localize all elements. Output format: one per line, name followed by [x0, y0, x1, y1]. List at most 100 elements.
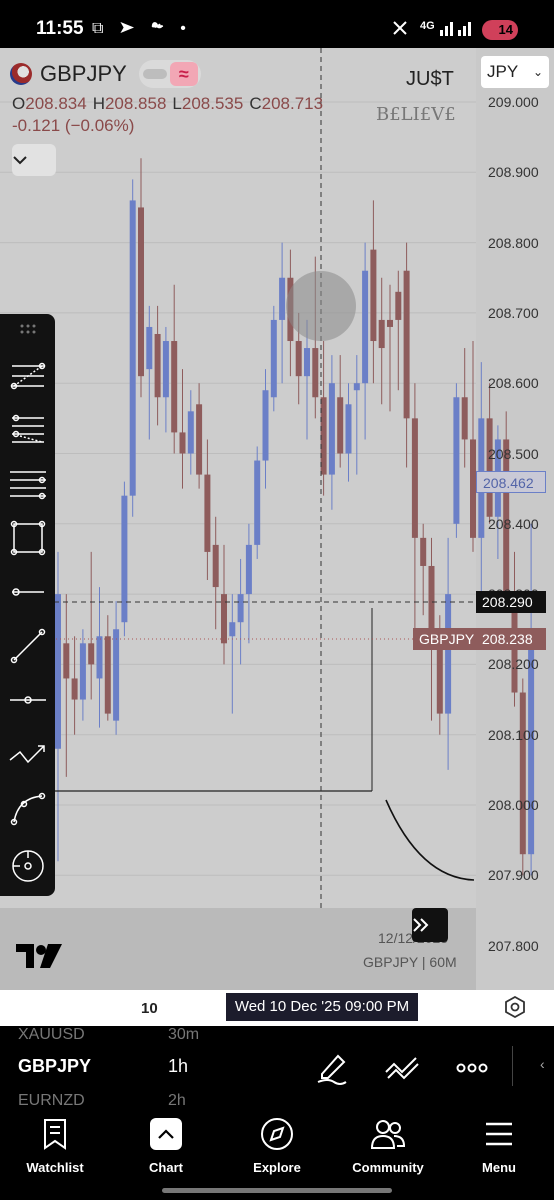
status-icons: ⧉ ➤ ☁ • — [92, 20, 192, 37]
candle-body[interactable] — [146, 326, 153, 370]
candle-body[interactable] — [370, 249, 377, 342]
candle-body[interactable] — [378, 319, 385, 349]
curve-icon[interactable] — [8, 788, 48, 828]
candle-body[interactable] — [179, 432, 186, 454]
symbol-name[interactable]: GBPJPY — [40, 61, 127, 87]
price-axis-label: 208.700 — [488, 304, 539, 321]
horizontal-ray-icon[interactable] — [8, 572, 48, 612]
time-axis[interactable]: 10 Wed 10 Dec '25 09:00 PM — [0, 990, 554, 1026]
candle-body[interactable] — [204, 474, 211, 552]
candle-body[interactable] — [237, 594, 244, 623]
scroll-to-realtime-button[interactable] — [412, 908, 448, 942]
candle-body[interactable] — [221, 594, 227, 644]
drag-handle-icon[interactable] — [8, 318, 48, 342]
fib-retracement-icon[interactable] — [8, 356, 48, 396]
candle-body[interactable] — [138, 207, 144, 377]
prev-symbol[interactable]: XAUUSD — [18, 1026, 85, 1040]
candle-body[interactable] — [245, 544, 252, 595]
candle-body[interactable] — [528, 643, 535, 855]
candle-body[interactable] — [328, 383, 335, 475]
symbol-switcher-panel[interactable]: XAUUSD 30m GBPJPY 1h EURNZD 2h ‹ — [0, 1026, 554, 1109]
candle-body[interactable] — [162, 341, 169, 398]
settings-icon[interactable] — [504, 996, 526, 1018]
candle-body[interactable] — [403, 270, 410, 419]
crosshair-touch-point[interactable] — [286, 271, 356, 341]
candle-body[interactable] — [104, 636, 111, 714]
path-icon[interactable] — [8, 734, 48, 774]
candle-body[interactable] — [461, 397, 468, 440]
drawing-toolbar[interactable] — [0, 314, 55, 896]
collapse-legend-button[interactable] — [12, 144, 56, 176]
nav-label: Chart — [149, 1160, 183, 1175]
nav-label: Community — [352, 1160, 424, 1175]
candle-body[interactable] — [254, 460, 261, 545]
trend-line-icon[interactable] — [8, 626, 48, 666]
prev-timeframe[interactable]: 30m — [168, 1026, 199, 1040]
indicator-toggle[interactable]: ≈ — [138, 60, 201, 88]
candle-body[interactable] — [212, 544, 219, 588]
more-options-icon[interactable] — [454, 1050, 490, 1086]
candle-body[interactable] — [445, 594, 452, 714]
candle-body[interactable] — [345, 404, 352, 454]
current-timeframe[interactable]: 1h — [168, 1056, 188, 1077]
candle-body[interactable] — [436, 643, 443, 714]
currency-select[interactable]: JPY ⌄ — [481, 56, 549, 88]
cursor-mode-icon[interactable] — [8, 846, 48, 886]
candle-body[interactable] — [337, 397, 344, 454]
candle-body[interactable] — [55, 594, 61, 749]
candle-body[interactable] — [196, 404, 203, 475]
candle-body[interactable] — [295, 341, 302, 377]
nav-watchlist[interactable]: Watchlist — [0, 1114, 110, 1175]
candle-body[interactable] — [362, 270, 369, 384]
drawing-tools-icon[interactable] — [384, 1050, 420, 1086]
candle-body[interactable] — [229, 622, 236, 637]
candle-body[interactable] — [387, 319, 393, 327]
parallel-lines-icon[interactable] — [8, 464, 48, 504]
candle-body[interactable] — [121, 495, 128, 623]
candle-body[interactable] — [171, 341, 178, 433]
chart-area[interactable]: GBPJPY ≈ O208.834 H208.858 L208.535 C208.71… — [0, 48, 554, 990]
candle-body[interactable] — [304, 348, 310, 377]
candle-body[interactable] — [519, 692, 526, 855]
nav-community[interactable]: Community — [333, 1114, 443, 1175]
candlestick-chart[interactable] — [0, 48, 554, 990]
nav-chart[interactable]: Chart — [111, 1114, 221, 1175]
candle-body[interactable] — [88, 643, 95, 665]
candle-body[interactable] — [63, 643, 70, 679]
symbol-header[interactable]: GBPJPY ≈ — [10, 60, 201, 88]
nav-menu[interactable]: Menu — [444, 1114, 554, 1175]
nav-explore[interactable]: Explore — [222, 1114, 332, 1175]
price-axis-label: 208.900 — [488, 164, 539, 181]
price-axis-label: 207.900 — [488, 867, 539, 884]
rectangle-icon[interactable] — [8, 518, 48, 558]
pitchfork-icon[interactable] — [8, 410, 48, 450]
price-axis-label: 208.100 — [488, 726, 539, 743]
candle-body[interactable] — [395, 291, 402, 320]
candle-body[interactable] — [312, 348, 319, 398]
candle-body[interactable] — [270, 319, 277, 398]
candle-body[interactable] — [411, 418, 418, 538]
high-label: H — [92, 94, 105, 113]
candle-body[interactable] — [279, 277, 286, 320]
candle-body[interactable] — [486, 418, 493, 517]
bottom-nav[interactable]: Watchlist Chart Explore Community Menu — [0, 1106, 554, 1200]
candle-body[interactable] — [453, 397, 460, 524]
candle-body[interactable] — [262, 390, 269, 461]
candle-body[interactable] — [353, 383, 360, 391]
candle-body[interactable] — [79, 643, 86, 700]
home-indicator[interactable] — [162, 1188, 392, 1193]
current-symbol[interactable]: GBPJPY — [18, 1056, 91, 1077]
arc-drawing[interactable] — [385, 799, 475, 881]
pen-icon[interactable] — [314, 1050, 350, 1086]
candle-body[interactable] — [420, 537, 427, 566]
candle-body[interactable] — [113, 629, 120, 721]
expand-left-icon[interactable]: ‹ — [540, 1056, 545, 1072]
candle-body[interactable] — [129, 200, 136, 496]
candle-body[interactable] — [154, 333, 161, 398]
wave-icon[interactable]: ≈ — [169, 62, 198, 86]
candle-body[interactable] — [187, 411, 194, 454]
candle-body[interactable] — [96, 636, 103, 679]
horizontal-line-icon[interactable] — [8, 680, 48, 720]
candle-body[interactable] — [71, 678, 78, 700]
price-axis-label: 209.000 — [488, 94, 539, 110]
